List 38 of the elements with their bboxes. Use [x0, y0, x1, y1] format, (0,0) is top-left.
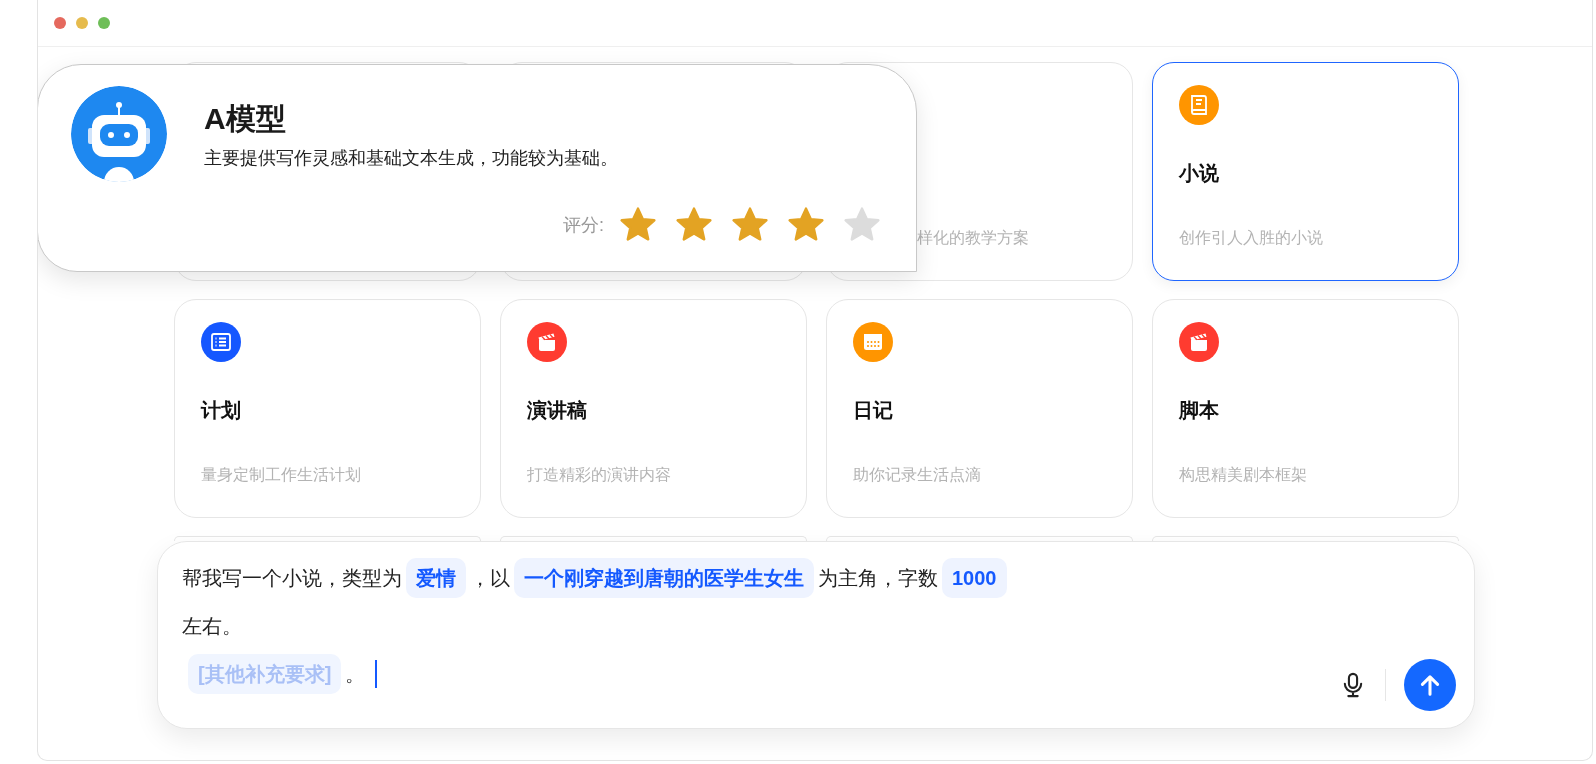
prompt-text: 。: [345, 661, 366, 687]
prompt-text: 帮我写一个小说，类型为: [182, 565, 402, 591]
card-description: 样化的教学方案: [917, 228, 1030, 248]
card-description: 创作引人入胜的小说: [1179, 228, 1324, 248]
model-title: A模型: [204, 101, 287, 137]
template-card[interactable]: 脚本 构思精美剧本框架: [1152, 299, 1459, 518]
prompt-slot[interactable]: 爱情: [406, 558, 466, 598]
template-card[interactable]: [500, 536, 807, 541]
template-card[interactable]: [1152, 536, 1459, 541]
template-card[interactable]: 演讲稿 打造精彩的演讲内容: [500, 299, 807, 518]
send-button[interactable]: [1404, 659, 1456, 711]
template-card[interactable]: 小说 创作引人入胜的小说: [1152, 62, 1459, 281]
card-title: 计划: [201, 398, 242, 423]
template-card[interactable]: [826, 536, 1133, 541]
card-description: 助你记录生活点滴: [853, 465, 982, 485]
prompt-slot[interactable]: 1000: [942, 558, 1007, 598]
maximize-button[interactable]: [98, 17, 110, 29]
card-title: 脚本: [1179, 398, 1220, 423]
text-cursor: [375, 660, 378, 688]
robot-avatar-icon: [71, 86, 167, 182]
template-card[interactable]: 计划 量身定制工作生活计划: [174, 299, 481, 518]
prompt-slot[interactable]: 一个刚穿越到唐朝的医学生女生: [514, 558, 814, 598]
prompt-input-box[interactable]: 帮我写一个小说，类型为 爱情 ，以 一个刚穿越到唐朝的医学生女生 为主角，字数 1000 左右。 [其他补充要求] 。: [157, 541, 1475, 729]
card-description: 打造精彩的演讲内容: [527, 465, 672, 485]
card-title: 日记: [853, 398, 894, 423]
card-title: 小说: [1179, 161, 1220, 186]
card-description: 量身定制工作生活计划: [201, 465, 362, 485]
rating-label: 评分:: [563, 214, 604, 237]
prompt-text: 为主角，字数: [818, 565, 938, 591]
prompt-text: ，以: [470, 565, 510, 591]
card-description: 构思精美剧本框架: [1179, 465, 1308, 485]
template-card[interactable]: 日记 助你记录生活点滴: [826, 299, 1133, 518]
card-title: 演讲稿: [527, 398, 588, 423]
model-description: 主要提供写作灵感和基础文本生成，功能较为基础。: [204, 147, 618, 170]
prompt-text: 左右。: [182, 613, 242, 639]
minimize-button[interactable]: [76, 17, 88, 29]
close-button[interactable]: [54, 17, 66, 29]
template-card[interactable]: [174, 536, 481, 541]
